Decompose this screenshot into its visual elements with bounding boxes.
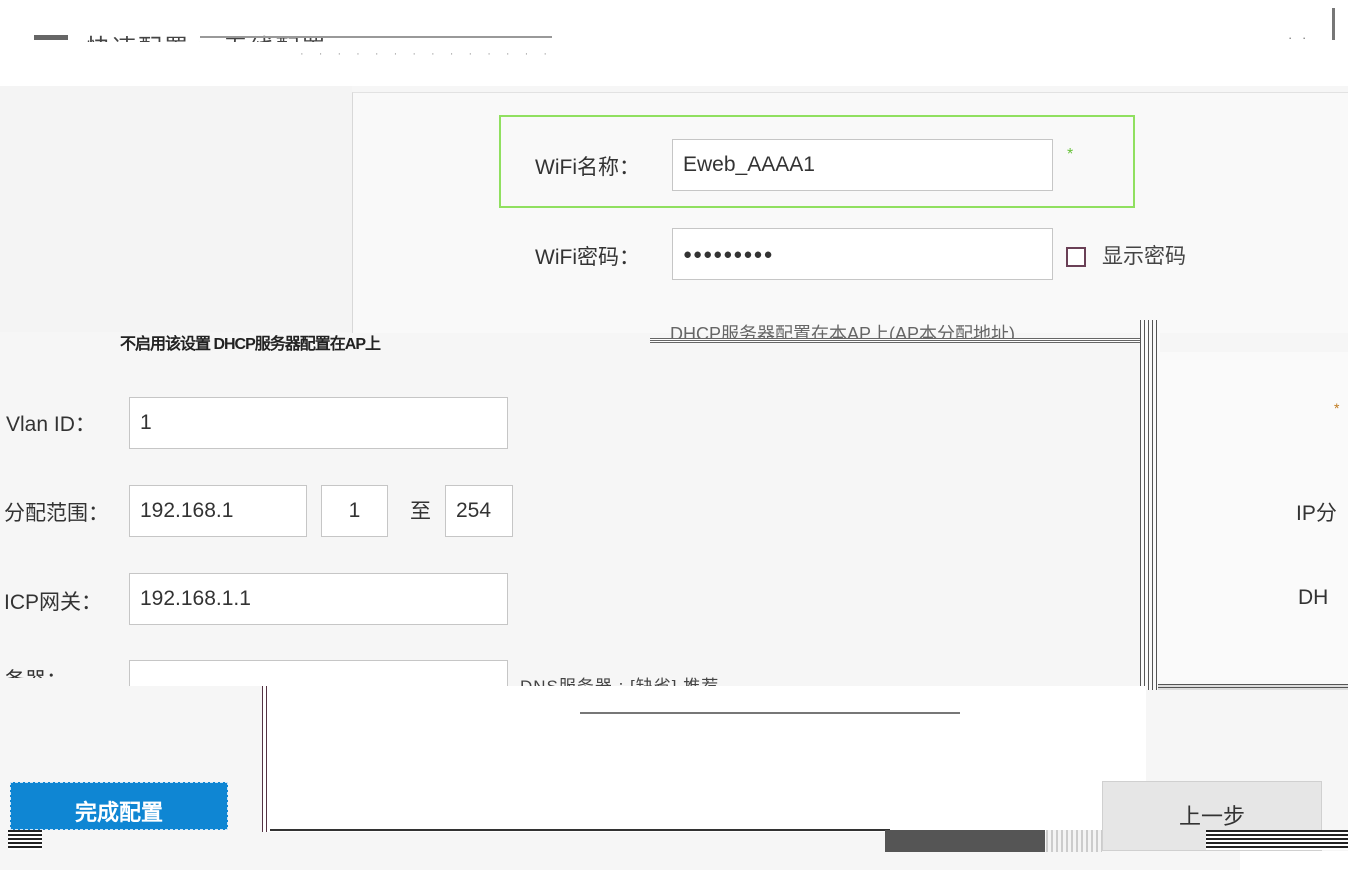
range-to-label: 至 xyxy=(410,500,431,523)
dhcp-mode-row: 不启用该设置 DHCP服务器配置在AP上 xyxy=(120,336,381,352)
scrollbar-thumb[interactable] xyxy=(885,830,1045,852)
wifi-name-input[interactable] xyxy=(672,139,1053,191)
range-prefix-input[interactable] xyxy=(129,485,307,537)
overlay-pane-underline xyxy=(580,712,960,714)
menu-icon[interactable] xyxy=(34,35,68,40)
show-password-label: 显示密码 xyxy=(1102,245,1186,268)
scrollbar-track[interactable] xyxy=(1046,830,1102,852)
finish-config-button[interactable]: 完成配置 xyxy=(10,782,228,830)
wifi-name-label: WiFi名称： xyxy=(535,156,640,179)
horizontal-divider xyxy=(1158,684,1348,690)
panel-divider xyxy=(1140,320,1160,690)
title-underline xyxy=(200,36,552,38)
wifi-password-input[interactable] xyxy=(672,228,1053,280)
overlay-pane xyxy=(262,686,1146,832)
dhcp-option-label[interactable]: DHCP服务器配置在本AP上(AP本分配地址) xyxy=(670,320,1150,338)
ip-allocation-label: IP分 xyxy=(1296,502,1337,525)
wifi-password-label: WiFi密码： xyxy=(535,246,640,269)
window-controls[interactable]: · · xyxy=(1288,30,1309,45)
bottom-right-corner xyxy=(1240,851,1348,870)
scrollbar-top[interactable] xyxy=(1332,8,1335,40)
range-label: 分配范围： xyxy=(4,502,109,525)
required-mark-right: * xyxy=(1334,400,1340,416)
vlan-id-label: Vlan ID： xyxy=(6,413,96,436)
scrollbar-left[interactable] xyxy=(8,830,42,850)
dhcp-label: DH xyxy=(1298,586,1329,609)
required-mark: * xyxy=(1067,146,1074,163)
header-noise: · · · · · · · · · · · · · · xyxy=(300,48,554,60)
page-title: 快速配置 > 无线配置 xyxy=(86,28,327,42)
show-password-checkbox[interactable] xyxy=(1066,247,1086,267)
scrollbar-right[interactable] xyxy=(1206,830,1348,850)
gateway-input[interactable] xyxy=(129,573,508,625)
vlan-id-input[interactable] xyxy=(129,397,508,449)
header-bar xyxy=(0,0,1348,86)
overlay-pane-border xyxy=(262,686,270,832)
range-end-input[interactable] xyxy=(445,485,513,537)
gateway-label: ICP网关： xyxy=(4,591,103,614)
overlay-pane-bottom-line xyxy=(270,829,890,831)
range-start-input[interactable] xyxy=(321,485,388,537)
left-nav-area xyxy=(0,86,352,332)
frame-border-top xyxy=(650,338,1142,343)
